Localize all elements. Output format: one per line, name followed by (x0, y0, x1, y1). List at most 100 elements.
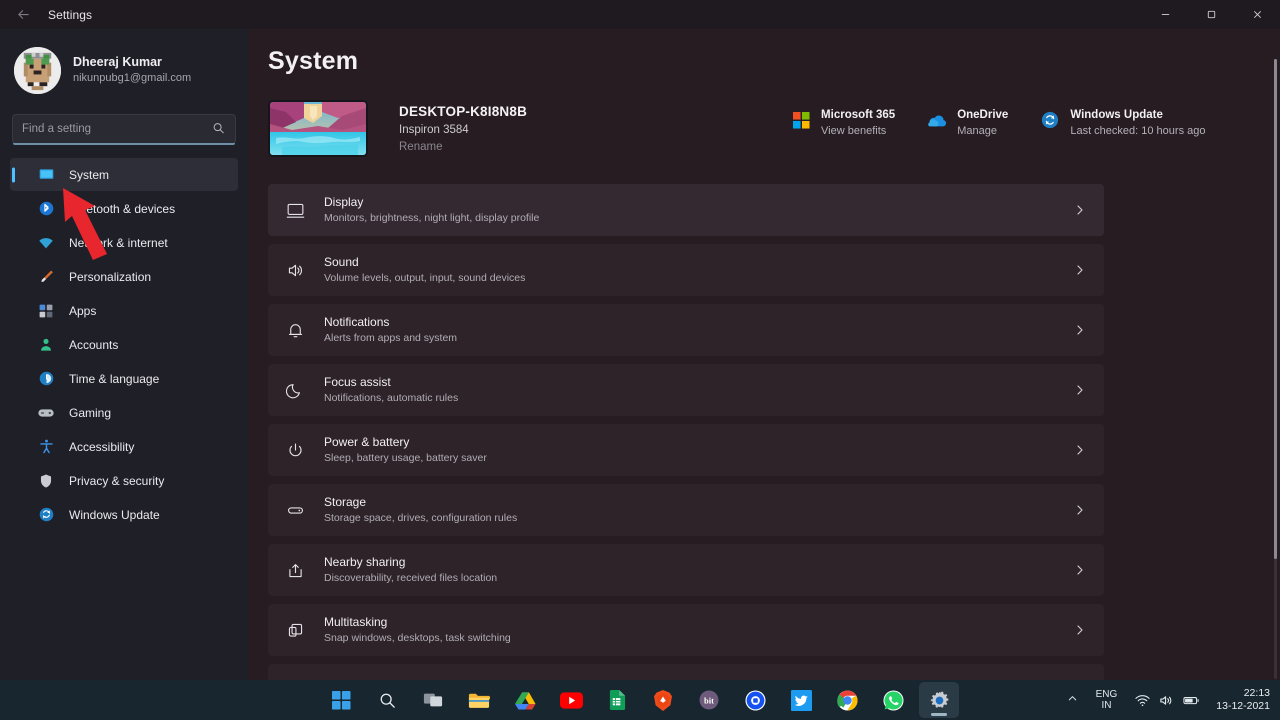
quick-link-title: Microsoft 365 (821, 109, 896, 121)
whatsapp[interactable] (873, 682, 913, 718)
settings-row-power-battery[interactable]: Power & battery Sleep, battery usage, ba… (268, 424, 1104, 476)
google-drive[interactable] (505, 682, 545, 718)
search-input[interactable] (22, 123, 213, 135)
settings-row-sound[interactable]: Sound Volume levels, output, input, soun… (268, 244, 1104, 296)
monitor-icon (282, 197, 308, 223)
speaker-icon[interactable] (1159, 694, 1174, 707)
sidebar-item-network-internet[interactable]: Network & internet (10, 226, 238, 259)
taskbar-apps: bit (318, 682, 962, 718)
title-bar: Settings (0, 0, 1280, 29)
quick-link-windows-update[interactable]: Windows Update Last checked: 10 hours ag… (1040, 108, 1205, 139)
sidebar-item-privacy-security[interactable]: Privacy & security (10, 464, 238, 497)
window-body: Dheeraj Kumar nikunpubg1@gmail.com Find … (0, 29, 1280, 680)
sidebar: Dheeraj Kumar nikunpubg1@gmail.com Find … (0, 29, 248, 680)
clock-icon (36, 369, 56, 389)
file-explorer[interactable] (459, 682, 499, 718)
onedrive-cloud-icon (927, 110, 947, 130)
minimize-icon[interactable] (1142, 0, 1188, 29)
settings-row-text: Sound Volume levels, output, input, soun… (324, 255, 1074, 285)
twitter[interactable] (781, 682, 821, 718)
google-chrome[interactable] (827, 682, 867, 718)
sidebar-item-gaming[interactable]: Gaming (10, 396, 238, 429)
sidebar-item-windows-update[interactable]: Windows Update (10, 498, 238, 531)
bitly[interactable]: bit (689, 682, 729, 718)
chevron-right-icon (1074, 264, 1086, 276)
tray-status-icons[interactable] (1125, 694, 1210, 707)
coinbase[interactable] (735, 682, 775, 718)
settings-row-partial[interactable] (268, 664, 1104, 680)
device-model: Inspiron 3584 (399, 124, 469, 136)
settings-row-text: Storage Storage space, drives, configura… (324, 495, 1074, 525)
quick-link-onedrive[interactable]: OneDrive Manage (927, 108, 1008, 139)
account-name: Dheeraj Kumar (73, 55, 162, 69)
sidebar-item-accessibility[interactable]: Accessibility (10, 430, 238, 463)
account-text: Dheeraj Kumar nikunpubg1@gmail.com (73, 55, 191, 86)
microsoft-logo-icon (791, 110, 811, 130)
settings-row-storage[interactable]: Storage Storage space, drives, configura… (268, 484, 1104, 536)
quick-link-microsoft-365[interactable]: Microsoft 365 View benefits (791, 108, 895, 139)
bluetooth-icon (36, 199, 56, 219)
sidebar-item-label: Accounts (69, 337, 119, 352)
quick-link-title: Windows Update (1070, 109, 1163, 121)
youtube[interactable] (551, 682, 591, 718)
close-icon[interactable] (1234, 0, 1280, 29)
settings-row-title: Sound (324, 255, 359, 269)
sidebar-item-time-language[interactable]: Time & language (10, 362, 238, 395)
quick-links: Microsoft 365 View benefits OneDrive Man… (791, 100, 1205, 139)
chevron-right-icon (1074, 204, 1086, 216)
sidebar-item-label: Apps (69, 303, 97, 318)
rename-link[interactable]: Rename (399, 139, 527, 155)
battery-icon[interactable] (1183, 695, 1200, 706)
settings-row-subtitle: Discoverability, received files location (324, 572, 498, 584)
settings-row-nearby-sharing[interactable]: Nearby sharing Discoverability, received… (268, 544, 1104, 596)
clock[interactable]: 22:13 13-12-2021 (1210, 687, 1270, 713)
selection-accent-bar (12, 167, 15, 182)
wifi-icon[interactable] (1135, 694, 1150, 707)
scrollbar-thumb[interactable] (1274, 59, 1277, 559)
settings-row-subtitle: Notifications, automatic rules (324, 392, 459, 404)
sidebar-item-accounts[interactable]: Accounts (10, 328, 238, 361)
update-refresh-icon (36, 505, 56, 525)
sidebar-item-bluetooth-devices[interactable]: Bluetooth & devices (10, 192, 238, 225)
window-controls (1142, 0, 1280, 29)
brave-browser[interactable] (643, 682, 683, 718)
bell-icon (282, 317, 308, 343)
sidebar-item-apps[interactable]: Apps (10, 294, 238, 327)
settings-row-focus-assist[interactable]: Focus assist Notifications, automatic ru… (268, 364, 1104, 416)
taskbar: bit ENG IN 22:13 13-12-2021 (0, 680, 1280, 720)
sidebar-item-personalization[interactable]: Personalization (10, 260, 238, 293)
svg-text:bit: bit (704, 695, 714, 705)
account-email: nikunpubg1@gmail.com (73, 72, 192, 84)
sidebar-item-label: Windows Update (69, 507, 160, 522)
chevron-right-icon (1074, 504, 1086, 516)
scrollbar-track[interactable] (1274, 59, 1277, 679)
back-arrow-icon[interactable] (8, 1, 38, 29)
settings-row-title: Storage (324, 495, 367, 509)
account-header[interactable]: Dheeraj Kumar nikunpubg1@gmail.com (0, 31, 248, 104)
maximize-icon[interactable] (1188, 0, 1234, 29)
settings-row-subtitle: Monitors, brightness, night light, displ… (324, 212, 540, 224)
power-icon (282, 437, 308, 463)
settings-row-display[interactable]: Display Monitors, brightness, night ligh… (268, 184, 1104, 236)
sidebar-item-label: System (69, 167, 110, 182)
page-title: System (268, 47, 359, 75)
sidebar-item-system[interactable]: System (10, 158, 238, 191)
settings-app[interactable] (919, 682, 959, 718)
settings-row-notifications[interactable]: Notifications Alerts from apps and syste… (268, 304, 1104, 356)
quick-link-subtitle: View benefits (821, 125, 887, 137)
google-sheets[interactable] (597, 682, 637, 718)
search-button[interactable] (367, 682, 407, 718)
moon-icon (282, 377, 308, 403)
task-view-button[interactable] (413, 682, 453, 718)
sidebar-item-label: Gaming (69, 405, 112, 420)
language-top: ENG (1095, 689, 1118, 700)
sidebar-item-label: Network & internet (69, 235, 168, 250)
start-button[interactable] (321, 682, 361, 718)
settings-row-text: Nearby sharing Discoverability, received… (324, 555, 1074, 585)
search-box[interactable] (12, 114, 236, 144)
share-icon (282, 557, 308, 583)
settings-row-multitasking[interactable]: Multitasking Snap windows, desktops, tas… (268, 604, 1104, 656)
language-indicator[interactable]: ENG IN (1088, 689, 1126, 711)
settings-row-subtitle: Alerts from apps and system (324, 332, 458, 344)
chevron-up-icon[interactable] (1057, 693, 1088, 707)
